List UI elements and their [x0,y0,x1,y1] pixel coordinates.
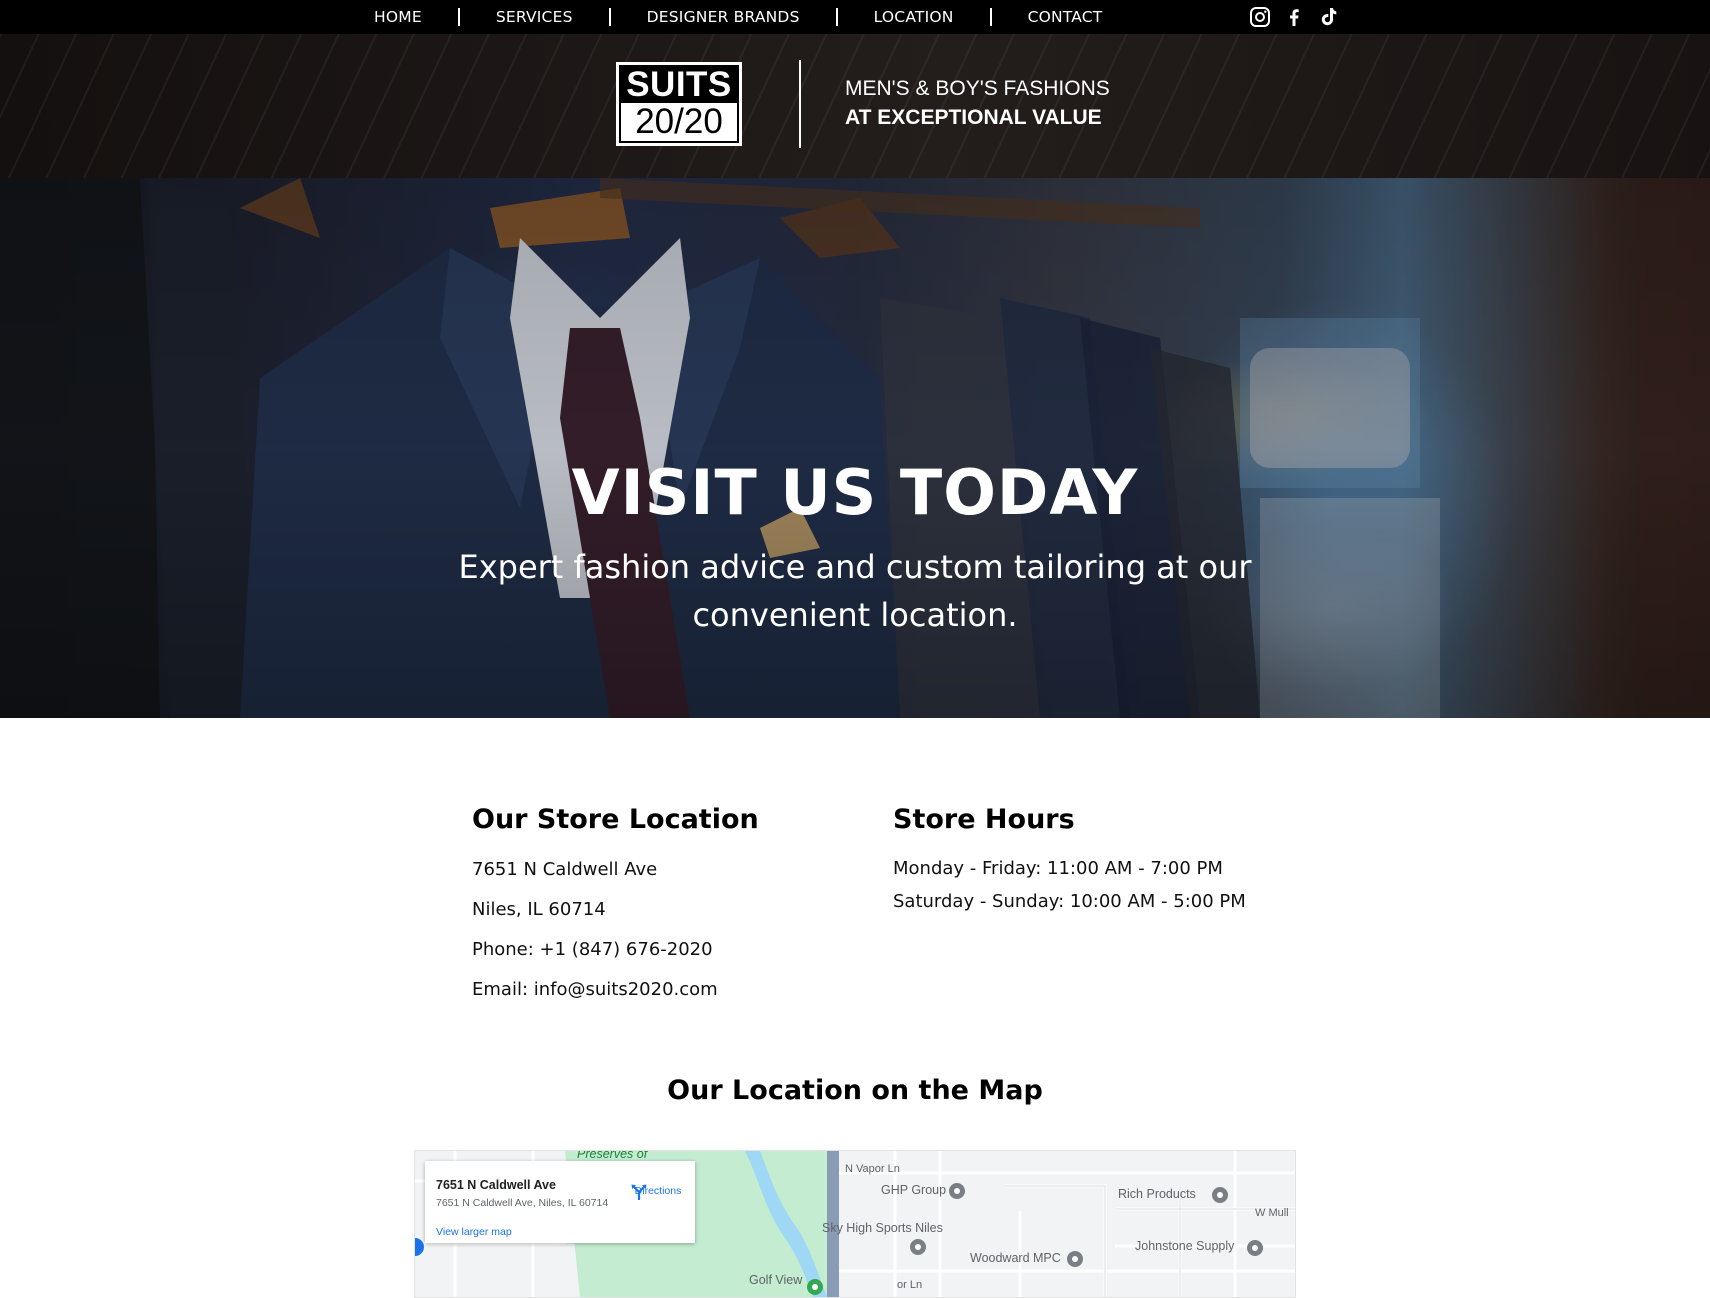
weekend-hours: Saturday - Sunday: 10:00 AM - 5:00 PM [893,891,1246,912]
nav-services-link[interactable]: SERVICES [496,8,573,26]
map-heading: Our Location on the Map [667,1075,1043,1106]
view-larger-map-link[interactable]: View larger map [436,1226,512,1238]
nav-separator [989,8,992,26]
store-hours-section: Store Hours Monday - Friday: 11:00 AM - … [893,800,1313,918]
tagline-line-2: AT EXCEPTIONAL VALUE [845,106,1102,129]
store-location-heading: Our Store Location [472,804,759,835]
map-label-orln: or Ln [897,1279,923,1291]
directions-icon [631,1184,647,1200]
store-hours-heading: Store Hours [893,804,1075,835]
address-city: Niles, IL 60714 [472,899,606,920]
map-label-rich[interactable]: Rich Products [1118,1187,1196,1201]
phone-line: Phone: +1 (847) 676-2020 [472,930,862,970]
phone-label: Phone: [472,939,540,960]
logo-frame: SUITS 20/20 [619,65,739,143]
store-location-section: Our Store Location 7651 N Caldwell Ave N… [472,800,862,1010]
map-label-golf[interactable]: Golf View [749,1273,802,1287]
social-links [1248,4,1340,30]
suits2020-logo[interactable]: SUITS 20/20 [616,62,742,146]
directions-button[interactable]: Directions [630,1183,686,1200]
email-link[interactable]: info@suits2020.com [534,979,718,1000]
nav-contact-link[interactable]: CONTACT [1028,8,1103,26]
nav-location-link[interactable]: LOCATION [874,8,954,26]
top-nav: HOME SERVICES DESIGNER BRANDS LOCATION C… [0,0,1710,34]
map-label-woodward[interactable]: Woodward MPC [970,1251,1061,1265]
email-line: Email: info@suits2020.com [472,970,862,1010]
facebook-icon[interactable] [1282,5,1306,29]
logo-number: 20/20 [621,103,737,141]
logo-word: SUITS [626,65,732,104]
instagram-icon[interactable] [1248,5,1272,29]
phone-link[interactable]: +1 (847) 676-2020 [540,939,713,960]
tagline-line-1: MEN'S & BOY'S FASHIONS [845,77,1110,100]
brand-header: SUITS 20/20 MEN'S & BOY'S FASHIONS AT EX… [0,34,1710,178]
hero-banner: VISIT US TODAY Expert fashion advice and… [0,178,1710,718]
nav-home-link[interactable]: HOME [374,8,422,26]
brand-divider [799,60,801,148]
hero-subtitle: Expert fashion advice and custom tailori… [458,548,1252,634]
address-street: 7651 N Caldwell Ave [472,859,658,880]
map-info-card: 7651 N Caldwell Ave 7651 N Caldwell Ave,… [425,1161,695,1243]
hero-title: VISIT US TODAY [571,456,1139,529]
nav-separator [457,8,460,26]
tiktok-icon[interactable] [1316,5,1340,29]
map-label-wmul: W Mull [1255,1207,1289,1219]
embedded-map[interactable]: Preserves of N Vapor Ln GHP Group Rich P… [414,1150,1296,1298]
map-card-address: 7651 N Caldwell Ave, Niles, IL 60714 [436,1197,609,1209]
map-label-ghp[interactable]: GHP Group [881,1183,946,1197]
map-label-sky[interactable]: Sky High Sports Niles [822,1221,943,1235]
map-label-preserves: Preserves of [577,1150,648,1161]
map-label-johnstone[interactable]: Johnstone Supply [1135,1239,1234,1253]
map-card-title: 7651 N Caldwell Ave [436,1178,556,1192]
nav-links: HOME SERVICES DESIGNER BRANDS LOCATION C… [374,0,1102,34]
weekday-hours: Monday - Friday: 11:00 AM - 7:00 PM [893,858,1223,879]
email-label: Email: [472,979,534,1000]
nav-separator [608,8,611,26]
nav-designer-brands-link[interactable]: DESIGNER BRANDS [647,8,800,26]
nav-separator [835,8,838,26]
brand-tagline: MEN'S & BOY'S FASHIONS AT EXCEPTIONAL VA… [845,74,1110,132]
map-label-vapor: N Vapor Ln [845,1163,900,1175]
